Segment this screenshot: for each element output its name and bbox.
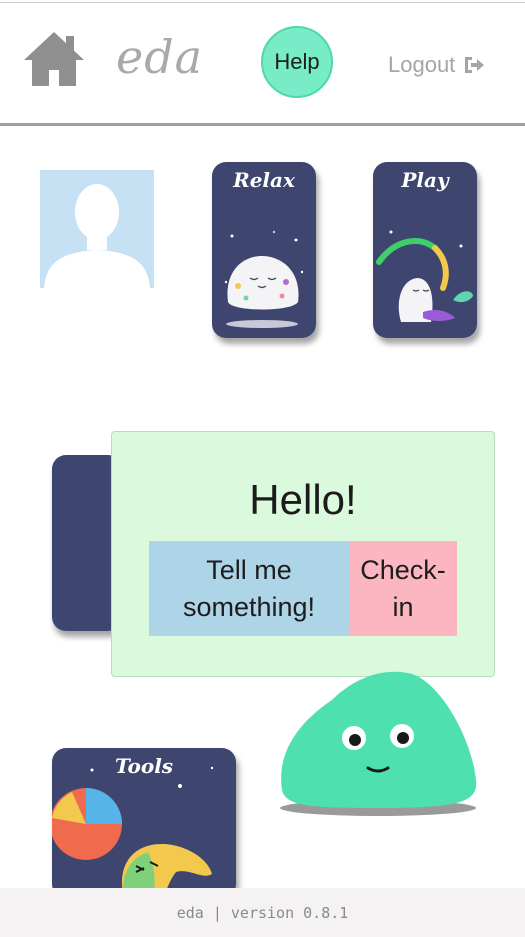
help-button[interactable]: Help — [261, 26, 333, 98]
tools-illustration-icon — [52, 766, 214, 898]
top-divider — [0, 2, 525, 3]
greeting-title: Hello! — [249, 476, 357, 523]
meditating-character-icon — [224, 230, 304, 328]
logout-label: Logout — [388, 52, 456, 77]
version-footer: eda | version 0.8.1 — [0, 888, 525, 937]
home-icon[interactable] — [22, 30, 86, 88]
app-logo: eda — [116, 30, 204, 84]
check-in-label: Check- in — [360, 555, 446, 622]
play-card[interactable]: Play — [373, 162, 477, 338]
tools-card[interactable]: Tools — [52, 748, 236, 898]
logout-button[interactable]: Logout — [388, 48, 485, 82]
playing-character-icon — [376, 230, 473, 322]
logout-icon — [463, 54, 485, 76]
blob-mascot-icon — [280, 671, 477, 816]
eda-mascot[interactable] — [272, 660, 482, 820]
tell-me-something-label: Tell me something! — [182, 555, 316, 622]
avatar[interactable] — [40, 170, 154, 288]
header-divider — [0, 123, 525, 126]
relax-card[interactable]: Relax — [212, 162, 316, 338]
tell-me-something-button[interactable]: Tell me something! — [149, 541, 349, 636]
avatar-icon — [40, 170, 154, 288]
check-in-button[interactable]: Check- in — [349, 541, 457, 636]
